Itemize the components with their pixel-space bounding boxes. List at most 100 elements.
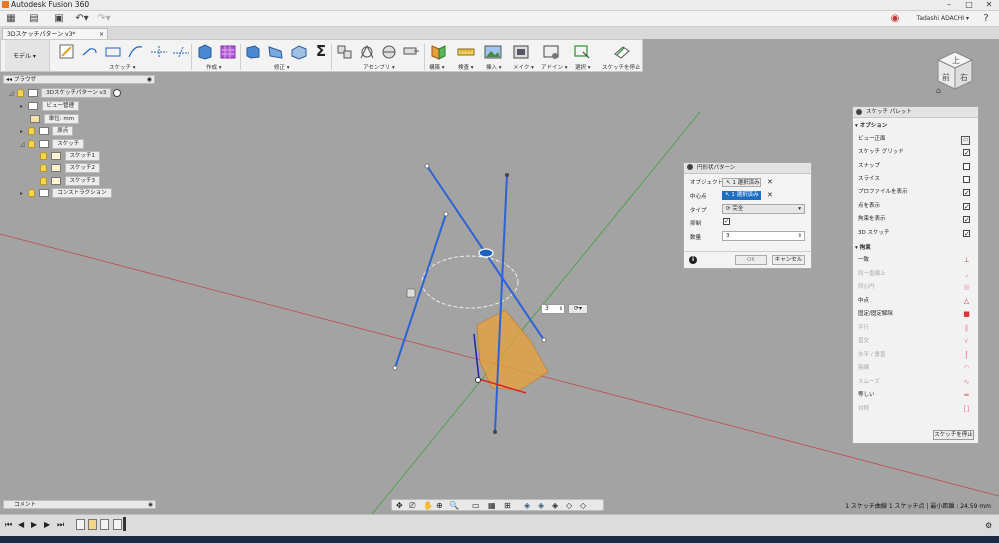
suppress-checkbox-glyph[interactable] [406,288,416,298]
new-component-icon[interactable] [335,43,355,60]
job-status-icon[interactable]: ◉ [889,12,901,25]
option-show-profile[interactable]: プロファイルを表示 ✓ [858,186,976,199]
visibility-bulb-icon[interactable] [40,164,47,172]
spinner-icon[interactable]: ⇕ [559,305,563,313]
offset-icon[interactable] [171,43,191,60]
play-icon[interactable]: ▶ [31,520,37,529]
constraint-parallel[interactable]: 平行 ∥ [858,322,976,335]
browser-node-sketches[interactable]: ◿ スケッチ [20,139,85,149]
option-show-points[interactable]: 点を表示 ✓ [858,200,976,213]
stop-sketch-label[interactable]: スケッチを停止 [602,63,641,71]
collapse-arrows-icon[interactable]: ◂◂ [6,76,12,84]
timeline-sketch-feature[interactable] [113,519,122,530]
shell-icon[interactable] [289,43,309,60]
rectangle-icon[interactable] [103,43,123,60]
view-front-icon[interactable]: ▭ [961,136,970,145]
center-point-selection-button[interactable]: ↖ 1 選択済み [722,191,761,200]
browser-node-units[interactable]: 単位: mm [30,114,80,124]
visibility-bulb-icon[interactable] [27,140,35,148]
maximize-button[interactable]: □ [959,0,979,10]
go-to-end-icon[interactable]: ⏭ [57,520,64,530]
orbit-icon[interactable]: ✥ [396,501,403,510]
go-to-start-icon[interactable]: ⏮ [5,520,12,530]
select-group-label[interactable]: 選択 ▾ [575,63,591,71]
sketch-grid-checkbox[interactable]: ✓ [963,149,970,157]
grid-snaps-icon[interactable]: ▦ [488,501,496,510]
expand-triangle-icon[interactable]: ▸ [20,102,26,112]
option-3d-sketch[interactable]: 3D スケッチ ✓ [858,227,976,240]
insert-group-label[interactable]: 挿入 ▾ [486,63,502,71]
equal-icon[interactable]: ═ [963,392,970,399]
selection-filter-icon[interactable]: ◈ [524,501,530,510]
clear-center-selection-icon[interactable]: ✕ [767,191,773,200]
timeline-marker[interactable] [123,517,126,531]
quantity-input-floating[interactable]: 3 ⇕ [541,304,565,314]
document-tab[interactable]: 3Dスケッチパターン v3* × [2,28,108,39]
spinner-icon[interactable]: ⇕ [798,232,802,240]
ok-button[interactable]: OK [735,255,767,265]
show-points-checkbox[interactable]: ✓ [963,203,970,211]
browser-node-sketch3[interactable]: スケッチ3 [40,176,100,186]
effects-icon[interactable]: ◇ [580,501,586,510]
slice-checkbox[interactable] [963,176,970,183]
3d-print-icon[interactable] [511,43,531,60]
pattern-center-point[interactable] [475,377,481,383]
data-panel-grid-icon[interactable]: ▦ [4,12,18,25]
3d-viewport[interactable] [0,72,999,514]
clear-object-selection-icon[interactable]: ✕ [767,178,773,187]
modify-group-label[interactable]: 修正 ▾ [274,63,290,71]
browser-panel-header[interactable]: ◂◂ ブラウザ ◉ [3,75,155,84]
joint-icon[interactable] [357,43,377,60]
visibility-bulb-icon[interactable] [40,177,47,185]
constraint-smooth[interactable]: スムーズ ∿ [858,376,976,389]
sketch-point[interactable] [392,365,398,371]
browser-node-sketch1[interactable]: スケッチ1 [40,151,100,161]
measure-icon[interactable] [456,43,476,60]
home-view-icon[interactable]: ⌂ [936,86,941,95]
sketch-point[interactable] [493,430,497,434]
option-show-constraints[interactable]: 拘束を表示 ✓ [858,213,976,226]
insert-image-icon[interactable] [483,43,503,60]
sketch-group-label[interactable]: スケッチ ▾ [109,63,136,71]
look-at-icon[interactable]: ⎚ [409,501,415,511]
constraints-section-header[interactable]: ▾ 拘束 [855,243,871,251]
timeline-sketch-feature[interactable] [76,519,85,530]
sketch-profile-surface[interactable] [476,309,549,391]
body-filter-icon[interactable]: ◈ [538,501,544,510]
scripts-addins-icon[interactable] [541,43,561,60]
constraint-collinear[interactable]: 同一直線上 ⌟ [858,268,976,281]
form-icon[interactable] [218,43,238,60]
lock-icon[interactable]: ■ [963,311,970,318]
sketch-line-2[interactable] [394,213,447,369]
cancel-button[interactable]: キャンセル [772,255,805,265]
constraint-tangent[interactable]: 接線 ◠ [858,362,976,375]
expand-triangle-icon[interactable]: ◿ [9,89,15,99]
pattern-type-floating-menu[interactable]: ⟳▾ [568,304,588,314]
create-group-label[interactable]: 作成 ▾ [206,63,222,71]
stop-sketch-button[interactable]: スケッチを停止 [933,430,974,440]
create-sketch-icon[interactable] [57,43,77,60]
addins-group-label[interactable]: アドイン ▾ [541,63,568,71]
line-icon[interactable] [80,43,100,60]
as-built-joint-icon[interactable] [379,43,399,60]
sketch-point[interactable] [424,163,430,169]
timeline-sketch-feature[interactable] [100,519,109,530]
pan-hand-icon[interactable]: ✋ [423,501,433,510]
sketch-point[interactable] [541,337,547,343]
minimize-button[interactable]: – [939,0,959,10]
option-slice[interactable]: スライス [858,173,976,186]
trim-icon[interactable] [149,43,169,60]
expand-triangle-icon[interactable]: ▸ [20,127,26,137]
quantity-input[interactable]: 3 ⇕ [722,231,805,241]
make-group-label[interactable]: メイク ▾ [513,63,534,71]
viewports-icon[interactable]: ⊞ [504,501,511,510]
redo-icon[interactable]: ↷▾ [96,12,112,25]
visibility-bulb-icon[interactable] [40,152,47,160]
sketch-point[interactable] [505,173,509,177]
spline-icon[interactable] [126,43,146,60]
options-section-header[interactable]: ▾ オプション [855,121,887,129]
close-window-button[interactable]: ✕ [979,0,999,10]
browser-node-sketch2[interactable]: スケッチ2 [40,163,100,173]
visibility-bulb-icon[interactable] [16,89,24,97]
dialog-header[interactable]: 円形状パターン [684,163,811,174]
